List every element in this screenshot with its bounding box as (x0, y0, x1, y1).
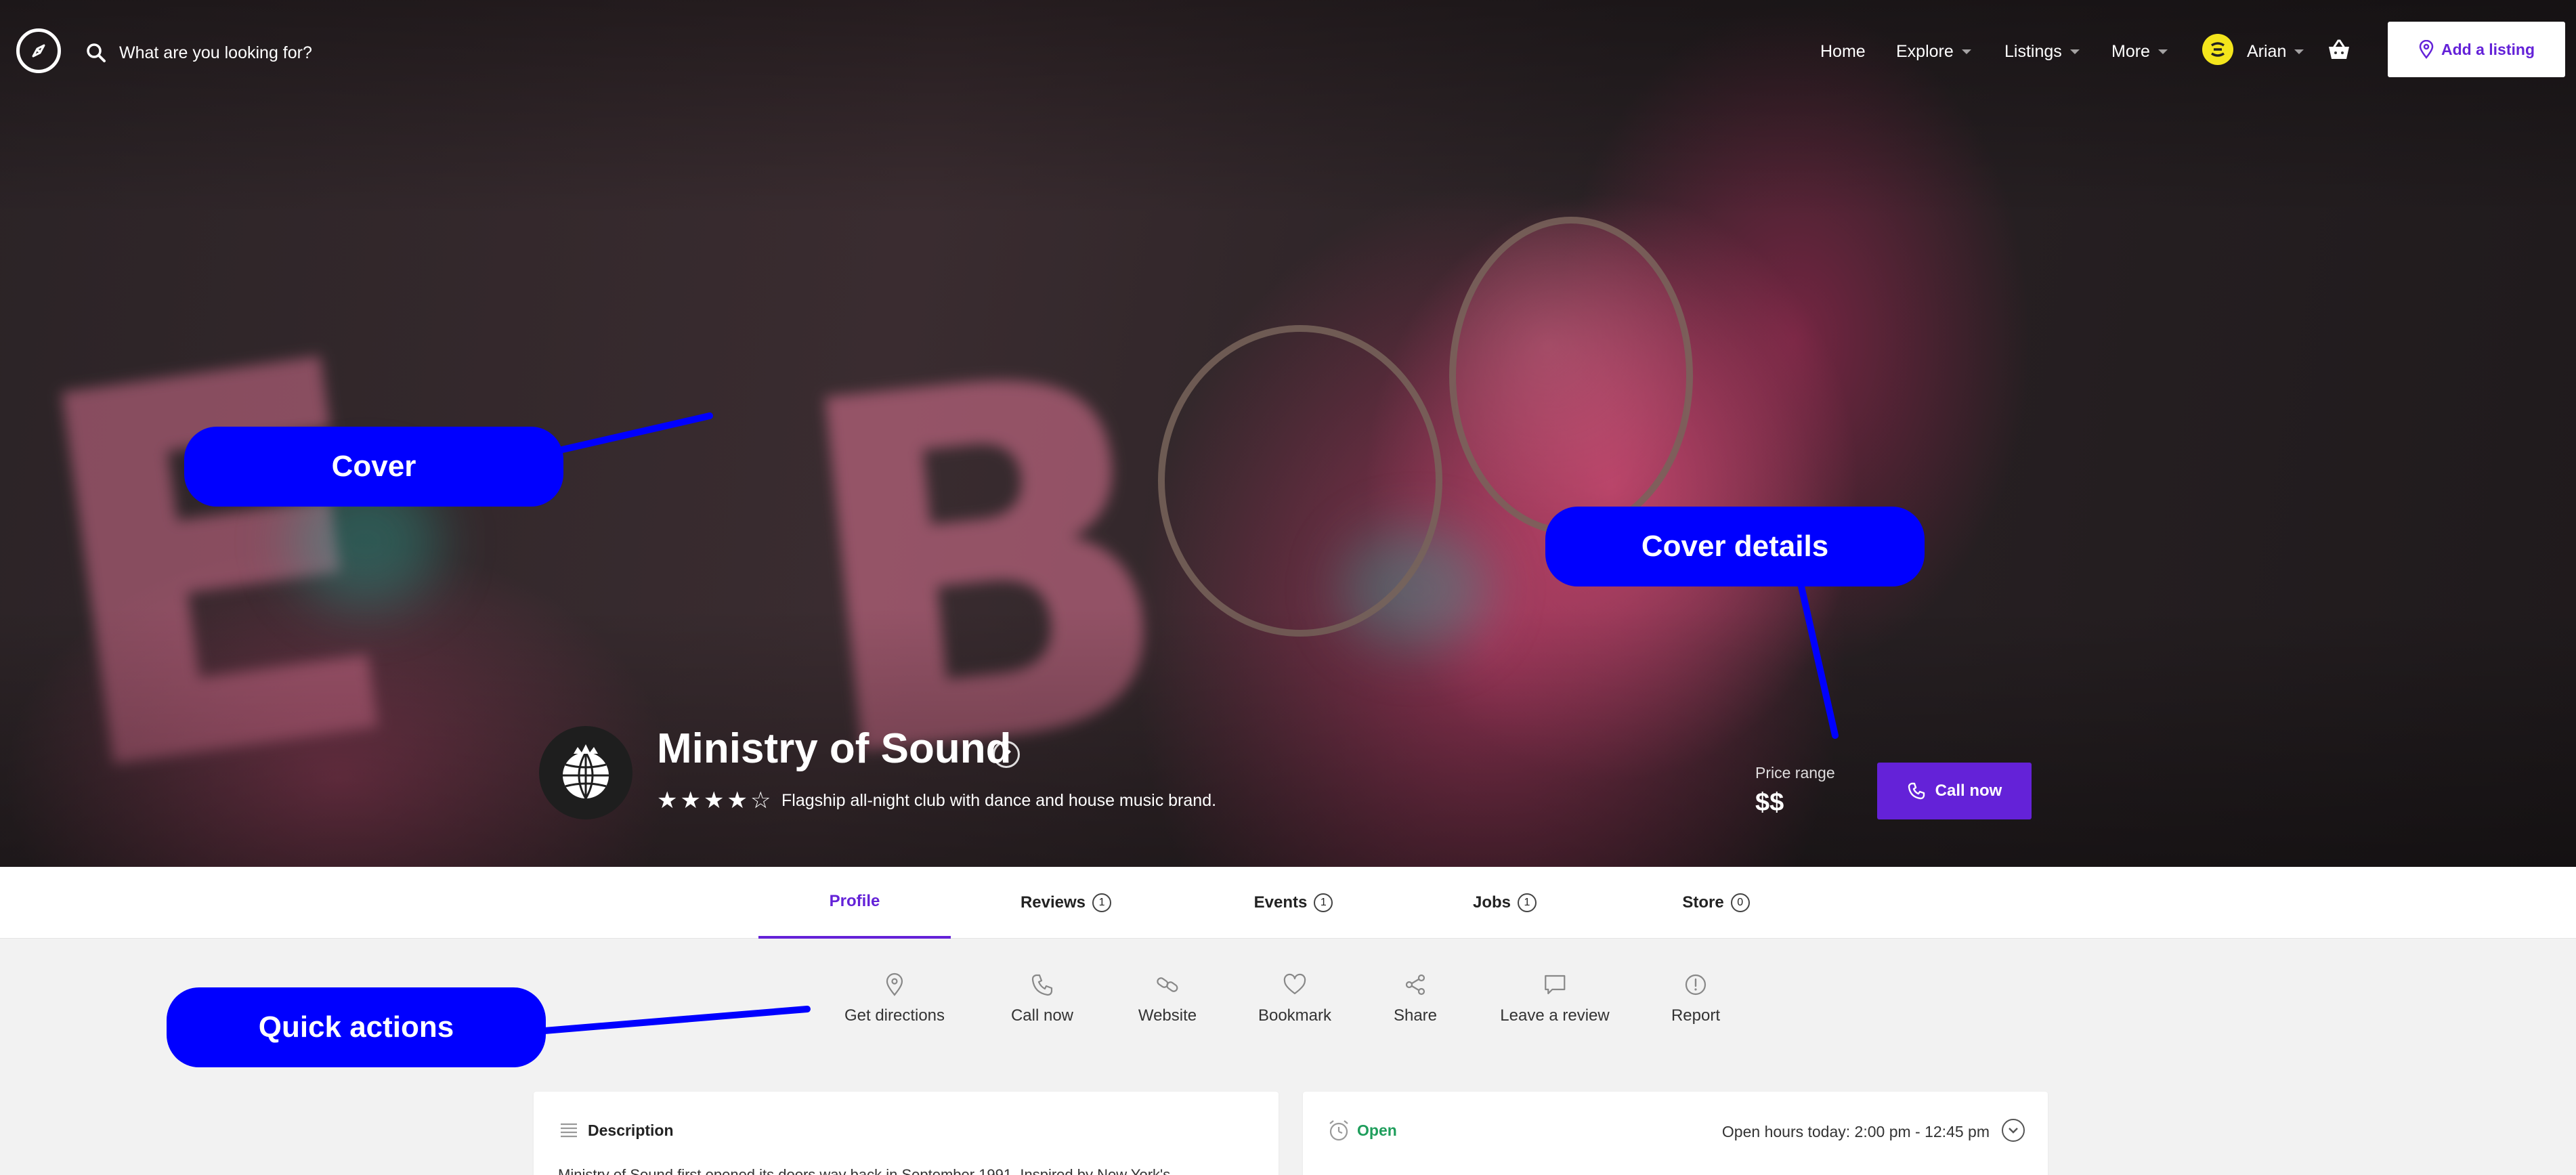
alert-icon (1685, 974, 1706, 996)
quick-action-label: Share (1393, 1006, 1438, 1025)
pencil-edit-icon[interactable] (993, 741, 1020, 768)
quick-action-call-now[interactable]: Call now (1011, 973, 1073, 1025)
search-input[interactable] (119, 38, 458, 68)
price-range-label: Price range (1755, 764, 1835, 782)
open-hours-card[interactable]: Open Open hours today: 2:00 pm - 12:45 p… (1303, 1092, 2048, 1175)
listing-tagline: Flagship all-night club with dance and h… (781, 791, 1217, 810)
quick-action-get-directions[interactable]: Get directions (844, 973, 945, 1025)
annotation-cover: Cover (184, 427, 563, 507)
link-icon (1157, 977, 1178, 992)
tab-events[interactable]: Events 1 (1205, 867, 1381, 939)
search-icon (87, 43, 106, 62)
site-header: Home Explore Listings More Arian Add a l… (0, 0, 2576, 102)
nav-explore[interactable]: Explore (1896, 38, 1971, 65)
tab-count-badge: 1 (1092, 893, 1112, 912)
quick-action-label: Call now (1010, 1006, 1074, 1025)
quick-action-report[interactable]: Report (1671, 973, 1720, 1025)
open-status: Open (1357, 1121, 1397, 1139)
call-now-label: Call now (1935, 782, 2002, 800)
description-card: Description Ministry of Sound first open… (534, 1092, 1279, 1175)
star-filled-icon: ★ (703, 788, 725, 813)
ministry-of-sound-logo-icon (563, 744, 609, 799)
nav-more[interactable]: More (2111, 38, 2168, 65)
star-filled-icon: ★ (657, 788, 678, 813)
tab-store[interactable]: Store 0 (1628, 867, 1804, 939)
tab-count-badge: 1 (1518, 893, 1537, 912)
chevron-down-icon (2158, 49, 2168, 54)
quick-action-label: Bookmark (1258, 1006, 1332, 1025)
quick-action-label: Website (1138, 1006, 1197, 1025)
nav-home-label: Home (1820, 41, 1866, 61)
add-listing-label: Add a listing (2441, 40, 2535, 58)
listing-logo (539, 726, 632, 819)
annotation-cover-details: Cover details (1545, 507, 1925, 586)
user-avatar[interactable] (2202, 34, 2233, 65)
star-empty-icon: ☆ (750, 788, 771, 813)
tab-label: Profile (829, 892, 880, 910)
chevron-down-icon[interactable] (2002, 1119, 2025, 1142)
map-pin-icon (2419, 40, 2434, 59)
chevron-down-icon (2294, 49, 2304, 54)
nav-home[interactable]: Home (1820, 38, 1866, 65)
star-filled-icon: ★ (680, 788, 701, 813)
quick-action-leave-review[interactable]: Leave a review (1500, 973, 1610, 1025)
profile-tabs: Profile Reviews 1 Events 1 Jobs 1 Store … (0, 867, 2576, 939)
star-filled-icon: ★ (727, 788, 748, 813)
nav-user-label: Arian (2247, 41, 2287, 61)
alarm-clock-icon (1329, 1120, 1348, 1141)
tab-count-badge: 0 (1730, 893, 1750, 912)
tab-label: Events (1253, 893, 1308, 912)
nav-more-label: More (2111, 41, 2150, 61)
add-listing-button[interactable]: Add a listing (2388, 22, 2565, 77)
nav-explore-label: Explore (1896, 41, 1954, 61)
map-pin-icon (886, 973, 903, 996)
listing-title: Ministry of Sound (657, 725, 1012, 772)
nav-user-menu[interactable]: Arian (2247, 38, 2304, 65)
quick-action-label: Get directions (844, 1006, 945, 1025)
quick-action-label: Report (1671, 1006, 1721, 1025)
annotation-quick-actions: Quick actions (167, 987, 546, 1067)
comment-icon (1544, 975, 1566, 995)
open-hours-today: Open hours today: 2:00 pm - 12:45 pm (1721, 1123, 1990, 1140)
tab-label: Store (1682, 893, 1724, 912)
tab-jobs[interactable]: Jobs 1 (1417, 867, 1593, 939)
description-text: Ministry of Sound first opened its doors… (558, 1166, 1171, 1175)
call-now-button[interactable]: Call now (1877, 763, 2032, 819)
description-heading: Description (588, 1121, 674, 1139)
nav-listings[interactable]: Listings (2004, 38, 2080, 65)
tab-profile[interactable]: Profile (758, 867, 951, 939)
price-range-value: $$ (1755, 788, 1784, 817)
chevron-down-icon (2069, 49, 2080, 54)
compass-logo-icon[interactable] (16, 28, 61, 73)
quick-action-bookmark[interactable]: Bookmark (1258, 973, 1331, 1025)
rating-stars: ★ ★ ★ ★ ☆ (657, 788, 771, 813)
share-icon (1405, 974, 1425, 996)
text-lines-icon (561, 1123, 577, 1138)
cart-basket-icon[interactable] (2327, 38, 2351, 61)
tab-label: Reviews (1020, 893, 1086, 912)
quick-action-label: Leave a review (1500, 1006, 1610, 1025)
tab-count-badge: 1 (1314, 893, 1333, 912)
chevron-down-icon (1961, 49, 1971, 54)
phone-icon (1031, 974, 1053, 996)
nav-listings-label: Listings (2004, 41, 2062, 61)
heart-icon (1283, 973, 1306, 995)
tab-reviews[interactable]: Reviews 1 (978, 867, 1154, 939)
tab-label: Jobs (1472, 893, 1511, 912)
phone-icon (1908, 782, 1925, 800)
quick-action-website[interactable]: Website (1138, 973, 1197, 1025)
quick-action-share[interactable]: Share (1394, 973, 1437, 1025)
avatar-initials-icon (2211, 42, 2225, 57)
